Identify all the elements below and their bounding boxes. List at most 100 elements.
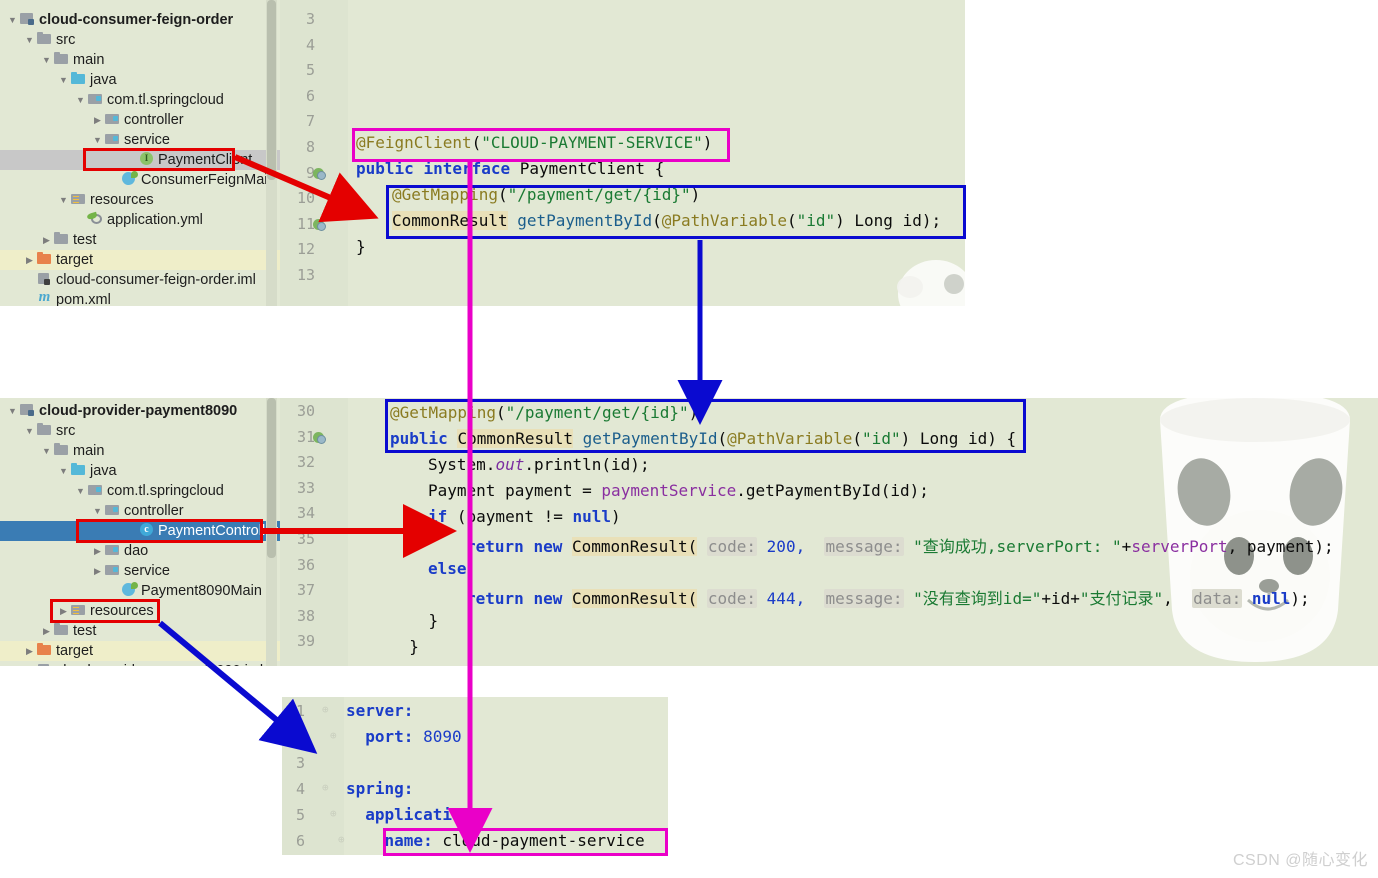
chevron-down-icon[interactable]: ▼ (91, 130, 104, 150)
tree-item-controller[interactable]: ▼ controller (0, 501, 280, 521)
code-token: CommonResult( (571, 589, 698, 608)
yaml-line[interactable]: spring: (346, 779, 413, 798)
code-line-return-failure[interactable]: return new CommonResult( code: 444, mess… (466, 585, 1310, 609)
yaml-line[interactable]: port: 8090 (346, 727, 461, 746)
tree-item-consumerfeignmain[interactable]: ConsumerFeignMain (0, 170, 280, 190)
tree-item-application-yml[interactable]: application.yml (0, 210, 280, 230)
code-fold-marker[interactable]: ⊕ (322, 781, 329, 794)
code-line-interface-decl[interactable]: public interface PaymentClient { (356, 159, 664, 178)
code-token: ) (690, 185, 701, 204)
tree-item-payment8090main[interactable]: Payment8090Main (0, 581, 280, 601)
chevron-right-icon[interactable]: ▶ (91, 541, 104, 561)
code-token: interface (423, 159, 511, 178)
code-token: "id" (862, 429, 901, 448)
line-number: 32 (296, 453, 315, 472)
tree-item-dao[interactable]: ▶ dao (0, 541, 280, 561)
spring-bean-gutter-icon[interactable] (313, 218, 327, 232)
code-line-payment-lookup[interactable]: Payment payment = paymentService.getPaym… (428, 481, 929, 500)
line-number: 36 (296, 555, 315, 574)
chevron-down-icon[interactable]: ▼ (40, 441, 53, 461)
chevron-down-icon[interactable]: ▼ (6, 401, 19, 421)
tree-item-cloud-provider-payment8090-iml[interactable]: cloud-provider-payment8090.iml (0, 661, 280, 666)
chevron-right-icon[interactable]: ▶ (40, 230, 53, 250)
code-line-close-if[interactable]: } (390, 611, 439, 630)
project-tree-consumer[interactable]: ▼ cloud-consumer-feign-order ▼ src ▼ main ▼ jav… (0, 10, 280, 306)
code-line-getmapping-controller[interactable]: @GetMapping("/payment/get/{id}") (390, 403, 698, 422)
chevron-right-icon[interactable]: ▶ (23, 250, 36, 270)
source-folder-icon (70, 463, 87, 477)
tree-item-resources[interactable]: ▼ resources (0, 190, 280, 210)
code-line-close-class[interactable]: } (390, 637, 419, 656)
tree-item-cloud-provider-payment8090[interactable]: ▼ cloud-provider-payment8090 (0, 401, 280, 421)
code-token: @PathVariable (727, 429, 853, 448)
code-fold-marker[interactable]: ⊕ (330, 729, 337, 742)
code-token: code: (706, 537, 758, 556)
code-line-client-method[interactable]: CommonResult getPaymentById(@PathVariabl… (392, 211, 941, 230)
chevron-down-icon[interactable]: ▼ (40, 50, 53, 70)
code-token: } (390, 637, 419, 656)
yaml-line[interactable]: application: (346, 805, 481, 824)
chevron-down-icon[interactable]: ▼ (23, 30, 36, 50)
code-line-feignclient[interactable]: @FeignClient("CLOUD-PAYMENT-SERVICE") (356, 133, 712, 152)
spring-bean-gutter-icon[interactable] (313, 167, 327, 181)
tree-item-label: pom.xml (56, 292, 111, 306)
folder-icon (53, 232, 70, 246)
tree-item-main[interactable]: ▼ main (0, 441, 280, 461)
chevron-right-icon[interactable]: ▶ (91, 110, 104, 130)
tree-scrollbar-thumb[interactable] (267, 398, 276, 558)
tree-item-java[interactable]: ▼ java (0, 461, 280, 481)
tree-item-java[interactable]: ▼ java (0, 70, 280, 90)
tree-item-cloud-consumer-feign-order-iml[interactable]: cloud-consumer-feign-order.iml (0, 270, 280, 290)
project-tree-provider[interactable]: ▼ cloud-provider-payment8090 ▼ src ▼ main ▼ jav… (0, 401, 280, 666)
chevron-right-icon[interactable]: ▶ (91, 561, 104, 581)
tree-item-com-tl-springcloud[interactable]: ▼ com.tl.springcloud (0, 481, 280, 501)
tree-item-label: resources (90, 603, 154, 620)
tree-item-test[interactable]: ▶ test (0, 621, 280, 641)
code-line-return-success[interactable]: return new CommonResult( code: 200, mess… (466, 533, 1334, 557)
tree-item-cloud-consumer-feign-order[interactable]: ▼ cloud-consumer-feign-order (0, 10, 280, 30)
tree-item-src[interactable]: ▼ src (0, 421, 280, 441)
chevron-down-icon[interactable]: ▼ (74, 481, 87, 501)
chevron-down-icon[interactable]: ▼ (57, 190, 70, 210)
chevron-down-icon[interactable]: ▼ (57, 70, 70, 90)
code-fold-marker[interactable]: ⊕ (322, 703, 329, 716)
tree-item-test[interactable]: ▶ test (0, 230, 280, 250)
chevron-down-icon[interactable]: ▼ (74, 90, 87, 110)
tree-item-target[interactable]: ▶ target (0, 641, 280, 661)
code-fold-marker[interactable]: ⊕ (338, 833, 345, 846)
tree-item-paymentcontroller[interactable]: PaymentController (0, 521, 280, 541)
tree-item-main[interactable]: ▼ main (0, 50, 280, 70)
yaml-line[interactable]: server: (346, 701, 413, 720)
code-line-getmapping-client[interactable]: @GetMapping("/payment/get/{id}") (392, 185, 700, 204)
tree-item-service[interactable]: ▼ service (0, 130, 280, 150)
chevron-right-icon[interactable]: ▶ (57, 601, 70, 621)
code-line-controller-signature[interactable]: public CommonResult getPaymentById(@Path… (390, 429, 1016, 448)
yaml-line[interactable]: name: cloud-payment-service (346, 831, 645, 850)
csdn-watermark: CSDN @随心变化 (1232, 852, 1368, 869)
package-icon (104, 563, 121, 577)
chevron-down-icon[interactable]: ▼ (57, 461, 70, 481)
code-line-println[interactable]: System.out.println(id); (428, 455, 650, 474)
chevron-down-icon[interactable]: ▼ (23, 421, 36, 441)
tree-item-resources[interactable]: ▶ resources (0, 601, 280, 621)
code-line-if-check[interactable]: if (payment != null) (428, 507, 621, 526)
tree-item-paymentclient[interactable]: PaymentClient (0, 150, 280, 170)
chevron-right-icon[interactable]: ▶ (23, 641, 36, 661)
tree-item-target[interactable]: ▶ target (0, 250, 280, 270)
code-token: } (356, 237, 366, 256)
code-line-close-brace[interactable]: } (356, 237, 366, 256)
code-token: { (645, 159, 665, 178)
tree-item-service[interactable]: ▶ service (0, 561, 280, 581)
tree-scrollbar-thumb[interactable] (267, 0, 276, 180)
chevron-right-icon[interactable]: ▶ (40, 621, 53, 641)
code-line-else[interactable]: else (428, 559, 467, 578)
tree-item-pom-xml[interactable]: pom.xml (0, 289, 280, 306)
code-fold-marker[interactable]: ⊕ (330, 807, 337, 820)
tree-item-src[interactable]: ▼ src (0, 30, 280, 50)
tree-item-com-tl-springcloud[interactable]: ▼ com.tl.springcloud (0, 90, 280, 110)
tree-item-controller[interactable]: ▶ controller (0, 110, 280, 130)
chevron-down-icon[interactable]: ▼ (91, 501, 104, 521)
chevron-down-icon[interactable]: ▼ (6, 10, 19, 30)
spring-bean-gutter-icon[interactable] (313, 431, 327, 445)
code-token: "id" (796, 211, 836, 230)
